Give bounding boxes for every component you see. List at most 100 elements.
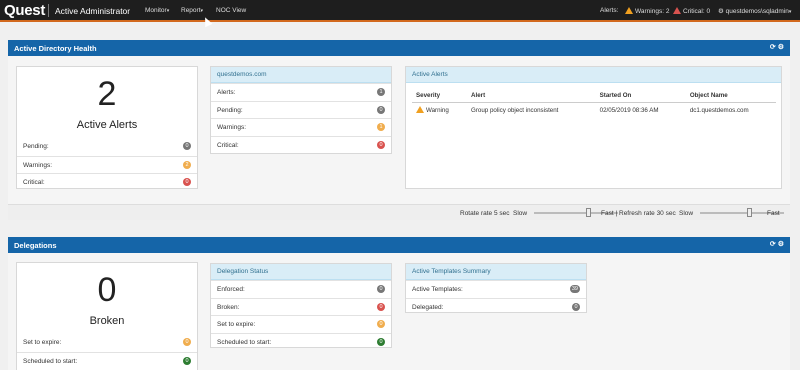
domain-row-critical[interactable]: Critical: 0 <box>211 135 391 154</box>
domain-summary: questdemos.com Alerts: 1 Pending: 0 Warnin… <box>210 66 392 154</box>
broken-summary: 0 Broken Set to expire: 0 Scheduled to st… <box>16 262 198 370</box>
refresh-slow-label: Slow <box>679 210 694 217</box>
refresh-settings-icons[interactable]: ⟳ ⚙ <box>770 44 784 51</box>
nav-noc-view[interactable]: NOC View <box>216 7 246 14</box>
brand-divider <box>48 4 49 17</box>
started-cell: 02/05/2019 08:36 AM <box>599 106 659 114</box>
chevron-down-icon: ▾ <box>166 8 170 14</box>
critical-indicator[interactable]: Critical: 0 <box>673 7 710 15</box>
count-badge: 0 <box>377 320 385 328</box>
status-row-scheduled[interactable]: Scheduled to start: 0 <box>211 332 391 351</box>
count-badge: 0 <box>377 105 385 114</box>
delegations-panel: Delegations ⟳ ⚙ 0 Broken Set to expire: 0… <box>8 237 790 370</box>
rotate-rate-label: Rotate rate 5 sec <box>460 210 510 217</box>
row-label: Enforced: <box>217 286 245 293</box>
warning-icon <box>625 7 633 14</box>
broken-count: 0 <box>97 271 117 309</box>
row-label: Critical: <box>23 179 45 186</box>
summary-row-critical[interactable]: Critical: 0 <box>17 173 197 191</box>
nav-report-label: Report <box>181 7 201 14</box>
warnings-indicator[interactable]: Warnings: 2 <box>625 7 669 15</box>
summary-row-pending[interactable]: Pending: 0 <box>17 138 197 156</box>
status-row-broken[interactable]: Broken: 0 <box>211 297 391 316</box>
warnings-count: Warnings: 2 <box>635 8 670 15</box>
panel-title: Delegations <box>14 241 57 250</box>
domain-title[interactable]: questdemos.com <box>211 67 391 83</box>
templates-row-active[interactable]: Active Templates: 39 <box>406 280 586 298</box>
chevron-down-icon: ▾ <box>788 9 792 15</box>
domain-row-warnings[interactable]: Warnings: 1 <box>211 118 391 136</box>
panel-title: Active Directory Health <box>14 44 97 53</box>
panel-tools[interactable]: ⟳ ⚙ <box>770 240 784 248</box>
row-label: Delegated: <box>412 303 444 311</box>
count-badge: 1 <box>377 88 385 96</box>
slider-handle[interactable] <box>747 208 752 217</box>
nav-monitor-label: Monitor <box>145 7 167 14</box>
active-templates-summary: Active Templates Summary Active Template… <box>405 263 587 313</box>
count-badge: 0 <box>377 285 385 293</box>
top-navbar: Quest Active Administrator Monitor▾ Repo… <box>0 0 800 22</box>
rotate-fast-label: Fast | <box>601 210 618 217</box>
nav-monitor[interactable]: Monitor▾ <box>145 7 169 14</box>
rate-controls: Rotate rate 5 sec Slow Fast | Refresh ra… <box>8 204 790 220</box>
count-badge: 0 <box>572 302 580 311</box>
rotate-slow-label: Slow <box>513 210 528 217</box>
column-header[interactable]: Object Name <box>685 89 776 103</box>
status-row-enforced[interactable]: Enforced: 0 <box>211 280 391 298</box>
status-row-set-to-expire[interactable]: Set to expire: 0 <box>211 315 391 333</box>
nav-report[interactable]: Report▾ <box>181 7 203 14</box>
count-badge: 0 <box>377 337 385 346</box>
refresh-fast-label: Fast <box>767 210 780 217</box>
row-label: Warnings: <box>217 124 247 131</box>
critical-icon <box>673 7 681 14</box>
row-label: Scheduled to start: <box>217 338 272 346</box>
count-badge: 2 <box>183 160 191 169</box>
ad-health-header: Active Directory Health ⟳ ⚙ <box>8 40 790 56</box>
row-label: Pending: <box>23 143 49 150</box>
alerts-label: Alerts: <box>600 7 619 14</box>
severity-cell: Warning <box>412 103 467 118</box>
delegation-status-title: Delegation Status <box>211 264 391 280</box>
column-header[interactable]: Severity <box>412 89 468 103</box>
critical-count: Critical: 0 <box>683 8 711 15</box>
ad-health-panel: Active Directory Health ⟳ ⚙ 2 Active Ale… <box>8 40 790 220</box>
delegation-status: Delegation Status Enforced: 0 Broken: 0 Se… <box>210 263 392 348</box>
row-label: Critical: <box>217 141 239 149</box>
count-badge: 0 <box>183 356 191 365</box>
user-menu[interactable]: ⚙ questdemos\sqladmin▾ <box>718 7 791 15</box>
quest-logo[interactable]: Quest <box>4 2 45 19</box>
domain-row-alerts[interactable]: Alerts: 1 <box>211 83 391 101</box>
active-alerts-count: 2 <box>97 75 117 113</box>
object-cell: dc1.questdemos.com <box>689 106 749 114</box>
column-header[interactable]: Alert <box>467 89 596 103</box>
count-badge: 0 <box>183 142 191 150</box>
app-title[interactable]: Active Administrator <box>55 6 130 16</box>
row-label: Broken: <box>217 303 240 311</box>
domain-row-pending[interactable]: Pending: 0 <box>211 100 391 119</box>
refresh-rate-label: Refresh rate 30 sec <box>619 210 676 217</box>
user-name: questdemos\sqladmin <box>725 8 789 15</box>
active-alerts-table: Severity Alert Started On Object Name Wa… <box>412 89 776 117</box>
row-label: Scheduled to start: <box>23 357 78 365</box>
broken-label: Broken <box>89 315 125 327</box>
delegations-header: Delegations ⟳ ⚙ <box>8 237 790 253</box>
nav-noc-view-label: NOC View <box>216 7 247 14</box>
summary-row-set-to-expire[interactable]: Set to expire: 0 <box>17 334 197 352</box>
summary-row-warnings[interactable]: Warnings: 2 <box>17 155 197 174</box>
count-badge: 0 <box>183 178 191 186</box>
row-label: Active Templates: <box>412 286 463 293</box>
count-badge: 0 <box>377 302 385 311</box>
table-row[interactable]: Warning Group policy object inconsistent… <box>412 103 776 118</box>
warning-icon <box>416 106 424 113</box>
active-alerts-title: Active Alerts <box>406 67 781 83</box>
panel-tools[interactable]: ⟳ ⚙ <box>770 43 784 51</box>
slider-handle[interactable] <box>586 208 591 217</box>
row-label: Warnings: <box>23 161 53 169</box>
count-badge: 0 <box>377 140 385 149</box>
active-alerts-label: Active Alerts <box>76 119 138 131</box>
templates-row-delegated[interactable]: Delegated: 0 <box>406 297 586 316</box>
count-badge: 0 <box>183 338 191 346</box>
column-header[interactable]: Started On <box>595 89 686 103</box>
refresh-settings-icons[interactable]: ⟳ ⚙ <box>770 241 784 248</box>
summary-row-scheduled[interactable]: Scheduled to start: 0 <box>17 351 197 370</box>
